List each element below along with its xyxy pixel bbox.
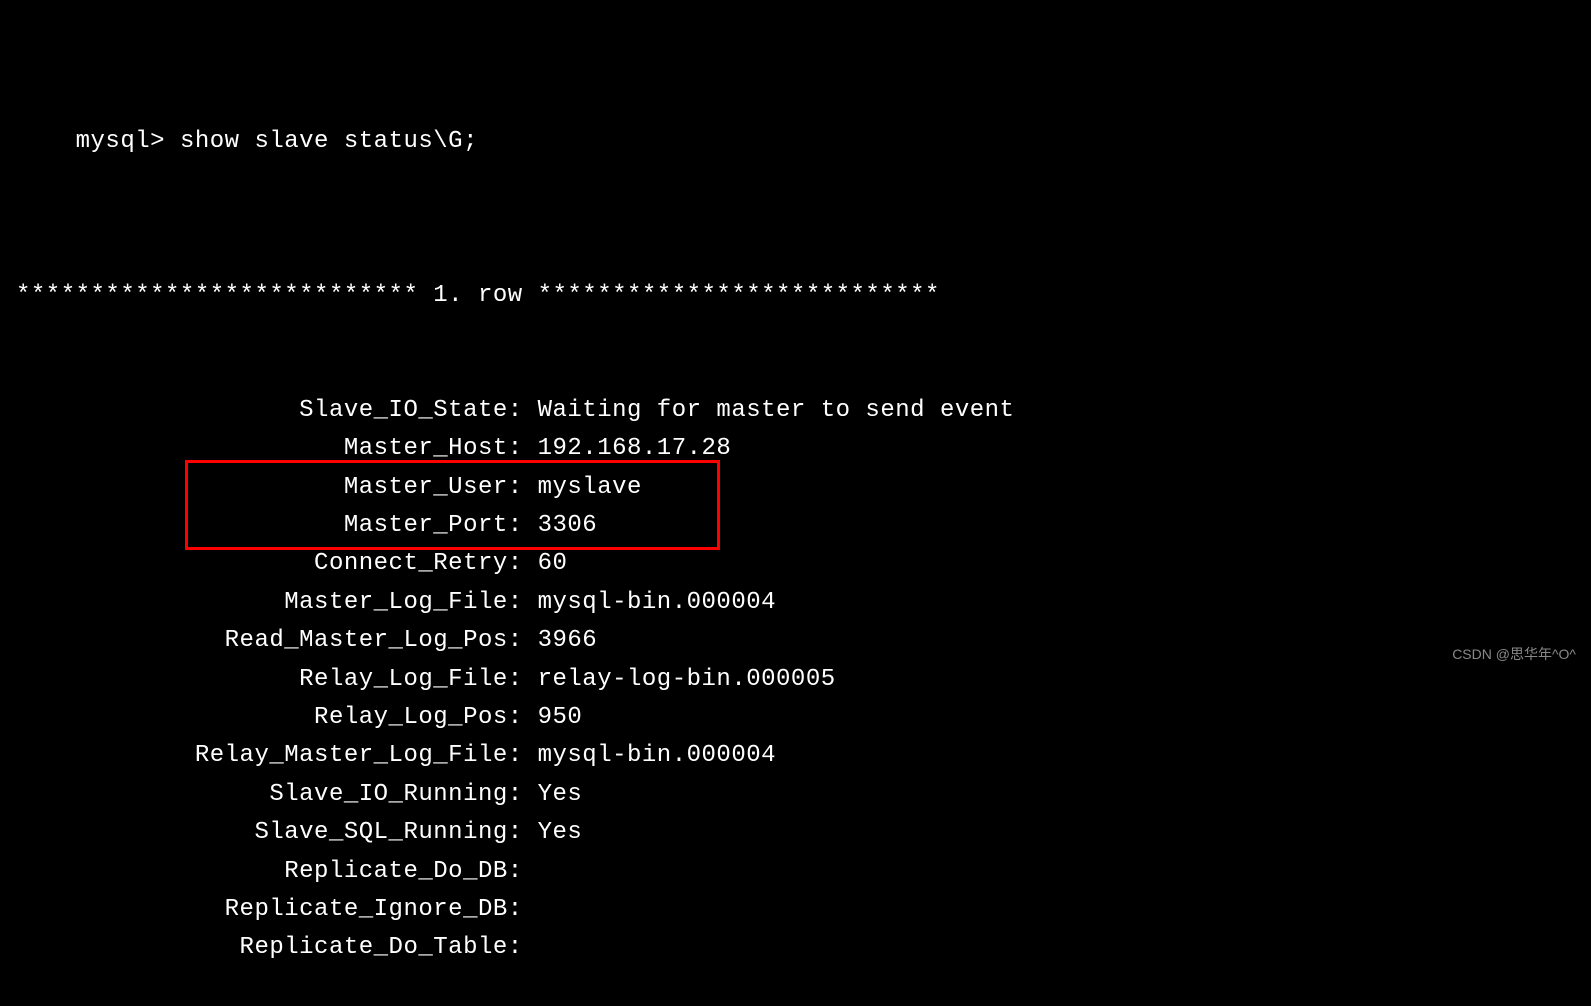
status-field-relay-log-file: Relay_Log_File: relay-log-bin.000005 — [16, 661, 1575, 699]
status-field-master-user: Master_User: myslave — [16, 469, 1575, 507]
status-field-replicate-do-table: Replicate_Do_Table: — [16, 929, 1575, 967]
sql-command: show slave status\G; — [180, 128, 478, 155]
status-field-master-log-file: Master_Log_File: mysql-bin.000004 — [16, 584, 1575, 622]
mysql-prompt: mysql> — [76, 128, 180, 155]
status-field-connect-retry: Connect_Retry: 60 — [16, 545, 1575, 583]
watermark-text: CSDN @思华年^O^ — [1452, 643, 1576, 665]
status-field-replicate-ignore-db: Replicate_Ignore_DB: — [16, 891, 1575, 929]
status-field-master-port: Master_Port: 3306 — [16, 507, 1575, 545]
command-line: mysql> show slave status\G; — [16, 85, 1575, 200]
status-field-relay-master-log-file: Relay_Master_Log_File: mysql-bin.000004 — [16, 737, 1575, 775]
terminal-output[interactable]: mysql> show slave status\G; ************… — [16, 8, 1575, 1006]
status-fields: Slave_IO_State: Waiting for master to se… — [16, 392, 1575, 968]
status-field-master-host: Master_Host: 192.168.17.28 — [16, 430, 1575, 468]
status-field-slave-sql-running: Slave_SQL_Running: Yes — [16, 814, 1575, 852]
status-field-slave-io-running: Slave_IO_Running: Yes — [16, 776, 1575, 814]
status-field-read-master-log-pos: Read_Master_Log_Pos: 3966 — [16, 622, 1575, 660]
status-field-slave-io-state: Slave_IO_State: Waiting for master to se… — [16, 392, 1575, 430]
status-field-replicate-do-db: Replicate_Do_DB: — [16, 853, 1575, 891]
row-separator: *************************** 1. row *****… — [16, 277, 1575, 315]
status-field-relay-log-pos: Relay_Log_Pos: 950 — [16, 699, 1575, 737]
